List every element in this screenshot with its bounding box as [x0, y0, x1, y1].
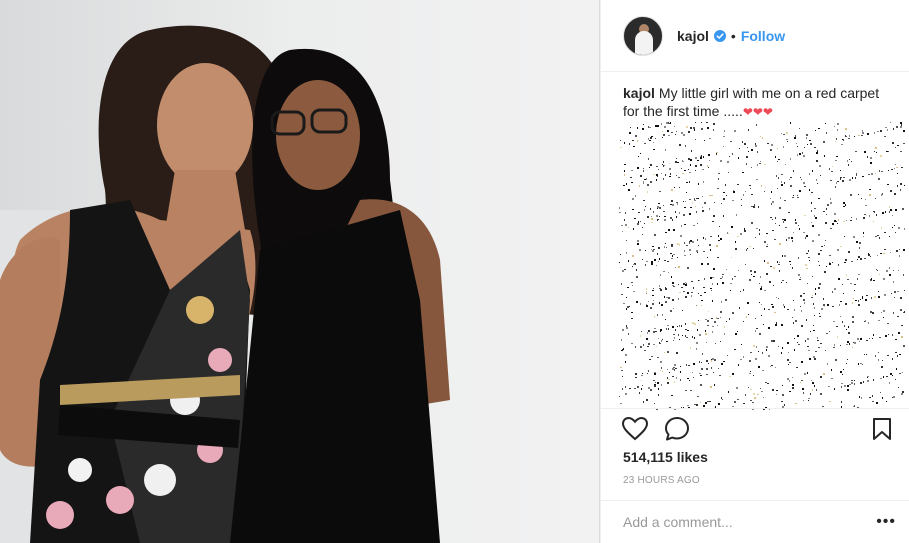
- post-header: kajol • Follow: [601, 0, 909, 72]
- caption-hearts: ❤❤❤: [742, 105, 773, 119]
- avatar[interactable]: [623, 15, 663, 56]
- verified-badge-icon: [713, 29, 726, 42]
- comment-bar: •••: [601, 500, 909, 543]
- comment-icon[interactable]: [663, 415, 691, 443]
- photo-illustration: [0, 0, 600, 543]
- comments-noise: [619, 122, 905, 410]
- follow-button[interactable]: Follow: [741, 28, 785, 44]
- caption-username[interactable]: kajol: [623, 85, 655, 101]
- post-side-panel: kajol • Follow kajol My little girl with …: [600, 0, 909, 543]
- comments-list[interactable]: [619, 122, 905, 410]
- instagram-post: kajol • Follow kajol My little girl with …: [0, 0, 909, 543]
- bookmark-icon[interactable]: [868, 415, 896, 443]
- username-link[interactable]: kajol: [677, 28, 709, 44]
- heart-icon[interactable]: [621, 415, 649, 443]
- action-bar: [601, 408, 909, 448]
- post-photo[interactable]: [0, 0, 600, 543]
- timestamp[interactable]: 23 HOURS AGO: [623, 475, 700, 486]
- caption: kajol My little girl with me on a red car…: [623, 84, 893, 121]
- separator-dot: •: [730, 27, 736, 44]
- likes-count[interactable]: 514,115 likes: [623, 449, 708, 465]
- comment-input[interactable]: [623, 514, 877, 530]
- avatar-body: [635, 30, 653, 55]
- more-options-icon[interactable]: •••: [876, 513, 896, 531]
